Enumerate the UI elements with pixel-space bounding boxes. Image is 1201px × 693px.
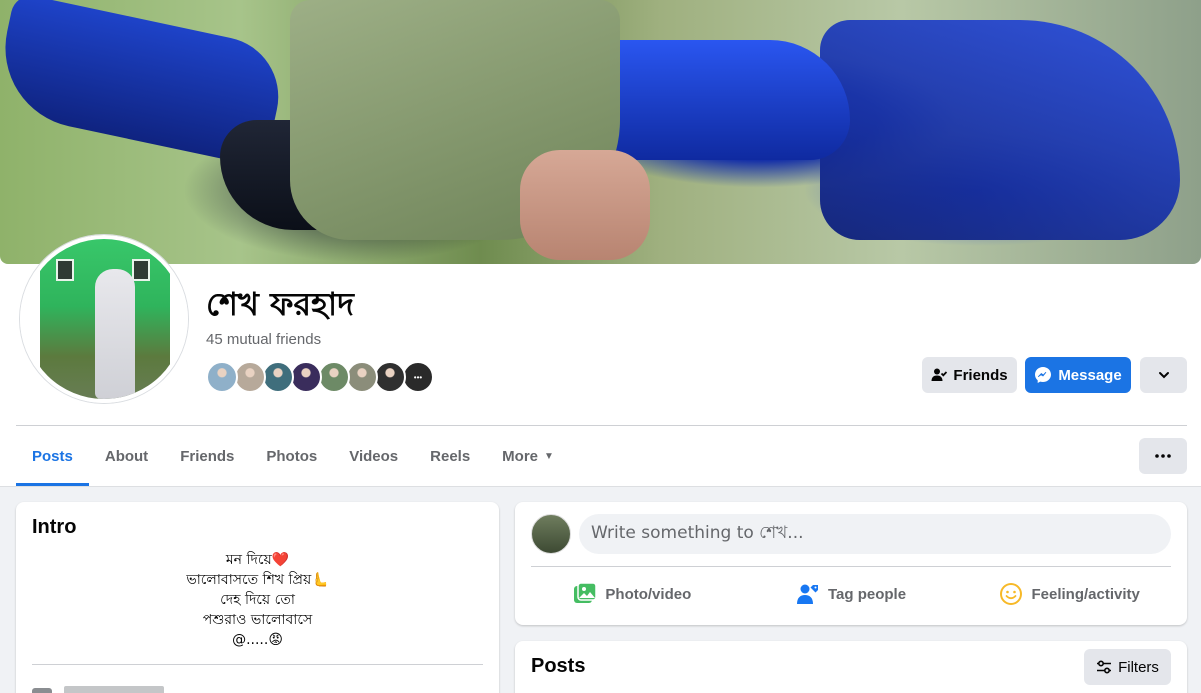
cover-photo[interactable] <box>0 0 1201 264</box>
mutual-friend-avatar[interactable] <box>206 361 238 393</box>
tab-reels-label: Reels <box>430 447 471 465</box>
profile-name: শেখ ফরহাদ <box>206 285 354 323</box>
posts-header-card: Posts Filters <box>515 641 1187 693</box>
message-button-label: Message <box>1058 366 1122 384</box>
avatar-photo <box>40 239 170 399</box>
messenger-icon <box>1035 367 1052 383</box>
tab-photos[interactable]: Photos <box>250 426 333 486</box>
friend-check-icon <box>931 368 948 381</box>
more-options-button[interactable] <box>1139 438 1187 474</box>
tag-people-label: Tag people <box>827 585 907 603</box>
profile-options-dropdown[interactable] <box>1140 357 1187 393</box>
photo-video-button[interactable]: Photo/video <box>523 574 742 614</box>
profile-tabs: Posts About Friends Photos Videos Reels … <box>16 426 570 486</box>
header-bottom-border <box>0 486 1201 487</box>
avatar-person <box>95 269 135 399</box>
tag-people-button[interactable]: Tag people <box>742 574 961 614</box>
friends-button[interactable]: Friends <box>922 357 1017 393</box>
composer-divider <box>531 566 1171 567</box>
tab-photos-label: Photos <box>266 447 318 465</box>
tab-posts-label: Posts <box>32 447 73 465</box>
tab-about[interactable]: About <box>89 426 164 486</box>
filters-icon <box>1097 660 1112 674</box>
intro-title: Intro <box>32 516 77 538</box>
tab-videos-label: Videos <box>349 447 399 465</box>
filters-label: Filters <box>1118 658 1159 676</box>
mutual-friend-avatar[interactable] <box>262 361 294 393</box>
tab-posts[interactable]: Posts <box>16 426 89 486</box>
profile-header: শেখ ফরহাদ 45 mutual friends ••• Friends … <box>0 0 1201 487</box>
tab-videos[interactable]: Videos <box>333 426 414 486</box>
intro-divider <box>32 664 483 665</box>
bio-line: ভালোবাসতে শিখ প্রিয়🫷 <box>186 572 329 588</box>
avatar-window <box>56 259 74 281</box>
intro-bio: মন দিয়ে❤️ ভালোবাসতে শিখ প্রিয়🫷 দেহ দিয… <box>16 550 499 650</box>
mutual-friend-avatar[interactable] <box>234 361 266 393</box>
mutual-friend-avatar[interactable] <box>374 361 406 393</box>
intro-card: Intro মন দিয়ে❤️ ভালোবাসতে শিখ প্রিয়🫷 দ… <box>16 502 499 693</box>
cover-bike-fairing <box>820 20 1180 240</box>
tab-about-label: About <box>104 447 149 465</box>
filters-button[interactable]: Filters <box>1084 649 1171 685</box>
caret-down-icon: ▼ <box>544 450 554 462</box>
message-button[interactable]: Message <box>1025 357 1131 393</box>
feeling-activity-label: Feeling/activity <box>1031 585 1140 603</box>
bio-line: পশুরাও ভালোবাসে <box>202 612 313 628</box>
more-mutual-friends[interactable]: ••• <box>402 361 434 393</box>
cover-rider-leg <box>520 150 650 260</box>
feeling-activity-button[interactable]: Feeling/activity <box>960 574 1179 614</box>
photo-video-label: Photo/video <box>605 585 692 603</box>
composer-input[interactable]: Write something to শেখ... <box>579 514 1171 554</box>
tab-more[interactable]: More ▼ <box>486 426 570 486</box>
tab-reels[interactable]: Reels <box>414 426 486 486</box>
ellipsis-icon <box>1155 454 1171 458</box>
chevron-down-icon <box>1158 372 1169 379</box>
composer-avatar[interactable] <box>531 514 571 554</box>
mutual-friend-avatar[interactable] <box>346 361 378 393</box>
mutual-friend-avatar[interactable] <box>318 361 350 393</box>
tab-friends-label: Friends <box>180 447 235 465</box>
post-composer: Write something to শেখ... Photo/video Ta… <box>515 502 1187 625</box>
briefcase-icon <box>32 688 52 693</box>
mutual-friend-avatar[interactable] <box>290 361 322 393</box>
profile-avatar[interactable] <box>20 235 188 403</box>
friends-button-label: Friends <box>953 366 1008 384</box>
tag-people-icon <box>796 584 818 604</box>
mutual-friends-count[interactable]: 45 mutual friends <box>206 330 321 350</box>
bio-line: দেহ দিয়ে তো <box>220 592 295 608</box>
tab-more-label: More <box>502 447 539 465</box>
composer-actions: Photo/video Tag people Feeling/activity <box>523 574 1179 614</box>
photo-icon <box>574 582 598 603</box>
smiley-icon <box>1000 583 1023 605</box>
tab-friends[interactable]: Friends <box>164 426 250 486</box>
bio-line: মন দিয়ে❤️ <box>225 552 290 568</box>
avatar-window <box>132 259 150 281</box>
bio-line: @.....😡 <box>232 632 283 648</box>
intro-detail-placeholder <box>64 686 164 693</box>
posts-title: Posts <box>531 655 586 677</box>
